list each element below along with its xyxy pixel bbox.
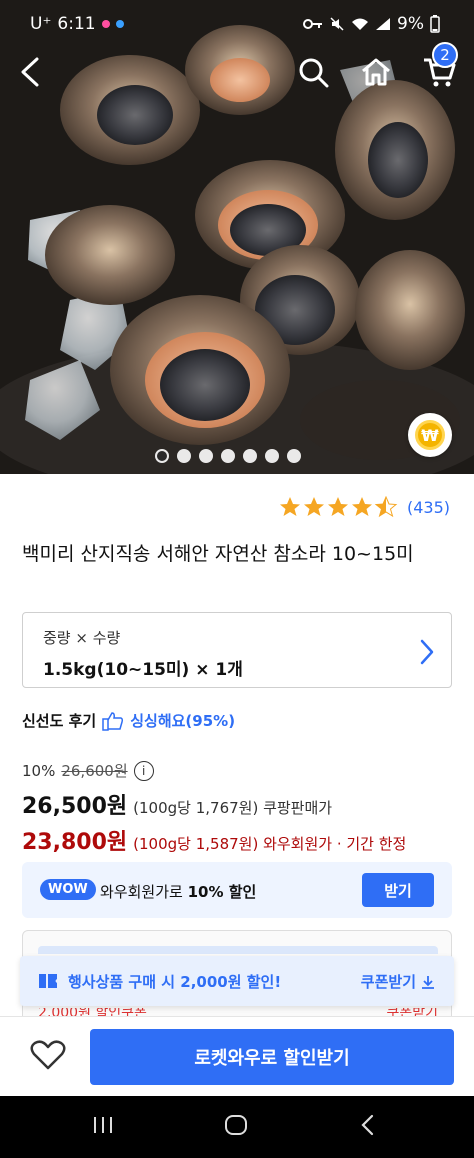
heart-icon[interactable] (30, 1039, 66, 1071)
won-icon: ₩ (415, 420, 445, 450)
wow-text-prefix: 와우회원가로 (100, 883, 188, 901)
signal-icon (376, 18, 391, 30)
wow-price-row: 23,800원 (100g당 1,587원) 와우회원가 · 기간 한정 (22, 824, 406, 856)
product-image[interactable]: U⁺ 6:11 9% 2 ₩ (0, 0, 474, 474)
battery-icon (430, 15, 440, 33)
cart-count-badge: 2 (432, 42, 458, 68)
back-button[interactable] (8, 50, 52, 94)
option-label: 중량 × 수량 (43, 629, 121, 647)
wow-unit-price: (100g당 1,587원) 와우회원가 · 기간 한정 (133, 835, 407, 853)
carousel-dot[interactable] (177, 449, 191, 463)
review-count[interactable]: (435) (407, 498, 450, 517)
coupon-badge[interactable]: ₩ (408, 413, 452, 457)
shellfish-photo (0, 0, 474, 474)
info-icon[interactable]: i (133, 760, 154, 781)
key-icon (303, 19, 323, 29)
bottom-action-bar: 로켓와우로 할인받기 (0, 1016, 474, 1096)
discount-rate: 10% (22, 761, 56, 780)
clock: 6:11 (57, 14, 96, 34)
wow-price: 23,800원 (22, 830, 128, 855)
star-rating-icon (279, 496, 398, 518)
freshness-value: 싱싱해요(95%) (130, 712, 236, 730)
wow-discount-cta-button[interactable]: 로켓와우로 할인받기 (90, 1029, 454, 1085)
rating-summary[interactable]: (435) (279, 496, 450, 518)
recent-apps-icon[interactable] (92, 1114, 114, 1136)
carousel-dot[interactable] (243, 449, 257, 463)
carousel-dot[interactable] (199, 449, 213, 463)
back-icon (21, 57, 39, 87)
wifi-icon (352, 18, 369, 30)
carousel-dot[interactable] (221, 449, 235, 463)
sale-price: 26,500원 (22, 794, 128, 819)
wow-discount-box: WOW 와우회원가로 10% 할인 받기 (22, 862, 452, 918)
wow-tag: WOW (40, 879, 96, 900)
carousel-indicator (155, 449, 301, 463)
notification-dot-icon (115, 20, 124, 28)
notification-dot-icon (101, 20, 110, 28)
wow-text-bold: 10% 할인 (187, 883, 257, 901)
home-icon (362, 58, 390, 86)
original-price: 26,600원 (61, 762, 128, 780)
coupon-strip (38, 946, 438, 954)
status-bar: U⁺ 6:11 9% (0, 0, 474, 50)
system-back-icon[interactable] (360, 1114, 376, 1136)
discount-row: 10% 26,600원 i (22, 760, 154, 781)
carrier-label: U⁺ (30, 14, 52, 34)
search-button[interactable] (291, 50, 335, 94)
thumbs-up-icon (102, 711, 124, 731)
coupon-icon (39, 974, 57, 988)
get-coupon-label: 쿠폰받기 (360, 973, 416, 991)
carousel-dot[interactable] (287, 449, 301, 463)
wow-discount-text: 와우회원가로 10% 할인 (100, 881, 256, 902)
cart-button[interactable]: 2 (418, 42, 462, 94)
freshness-review[interactable]: 신선도 후기 싱싱해요(95%) (22, 710, 235, 731)
sale-unit-price: (100g당 1,767원) 쿠팡판매가 (133, 799, 333, 817)
carousel-dot[interactable] (265, 449, 279, 463)
option-selector[interactable]: 중량 × 수량 1.5kg(10~15미) × 1개 (22, 612, 452, 688)
battery-percent: 9% (397, 14, 424, 34)
search-icon (299, 58, 329, 88)
carousel-dot[interactable] (155, 449, 169, 463)
freshness-label: 신선도 후기 (22, 712, 97, 730)
wow-receive-button[interactable]: 받기 (362, 873, 434, 907)
home-button[interactable] (354, 50, 398, 94)
download-icon (422, 975, 434, 989)
sale-price-row: 26,500원 (100g당 1,767원) 쿠팡판매가 (22, 788, 332, 820)
system-navigation-bar (0, 1096, 474, 1158)
mute-icon (330, 17, 344, 31)
product-title: 백미리 산지직송 서해안 자연산 참소라 10~15미 (22, 543, 414, 565)
option-value: 1.5kg(10~15미) × 1개 (43, 660, 243, 680)
chevron-right-icon (420, 639, 434, 665)
get-coupon-button[interactable]: 쿠폰받기 (361, 971, 436, 992)
promo-text: 행사상품 구매 시 2,000원 할인! (68, 973, 282, 991)
promo-coupon-banner[interactable]: 행사상품 구매 시 2,000원 할인! 쿠폰받기 (20, 956, 454, 1006)
home-system-icon[interactable] (224, 1114, 248, 1136)
